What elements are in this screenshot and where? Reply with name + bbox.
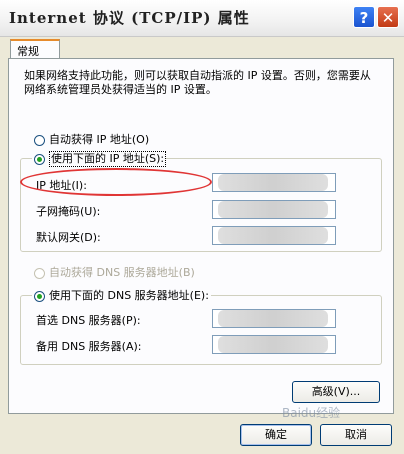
- alternate-dns-label: 备用 DNS 服务器(A):: [36, 340, 142, 353]
- tab-general-label: 常规: [17, 45, 39, 58]
- dns-groupbox: [20, 295, 382, 365]
- subnet-mask-label: 子网掩码(U):: [36, 205, 101, 218]
- highlight-ellipse: [20, 168, 212, 196]
- window-title: Internet 协议 (TCP/IP) 属性: [9, 9, 250, 27]
- redaction-blur: [218, 201, 328, 218]
- advanced-button[interactable]: 高级(V)...: [292, 381, 380, 403]
- default-gateway-label: 默认网关(D):: [36, 231, 101, 244]
- help-icon: ?: [359, 9, 369, 27]
- title-bar[interactable]: Internet 协议 (TCP/IP) 属性 ? ✕: [0, 0, 404, 37]
- help-button[interactable]: ?: [353, 6, 375, 28]
- description-text: 如果网络支持此功能，则可以获取自动指派的 IP 设置。否则，您需要从网络系统管理…: [24, 69, 371, 96]
- redaction-blur: [218, 336, 328, 353]
- auto-dns-radio: [34, 267, 45, 279]
- ok-button[interactable]: 确定: [240, 424, 312, 446]
- manual-ip-radio[interactable]: [34, 153, 45, 165]
- manual-dns-option[interactable]: 使用下面的 DNS 服务器地址(E):: [32, 288, 211, 304]
- redaction-blur: [218, 310, 328, 327]
- manual-dns-label: 使用下面的 DNS 服务器地址(E):: [49, 289, 209, 302]
- manual-dns-radio[interactable]: [34, 290, 45, 302]
- auto-ip-label: 自动获得 IP 地址(O): [49, 133, 150, 146]
- auto-dns-label: 自动获得 DNS 服务器地址(B): [49, 266, 195, 279]
- watermark: Baidu经验: [282, 406, 341, 420]
- manual-ip-option[interactable]: 使用下面的 IP 地址(S):: [32, 151, 167, 167]
- cancel-button-label: 取消: [345, 428, 367, 441]
- close-button[interactable]: ✕: [377, 6, 399, 28]
- close-icon: ✕: [381, 9, 395, 27]
- manual-ip-label: 使用下面的 IP 地址(S):: [49, 151, 167, 167]
- redaction-blur: [218, 174, 328, 191]
- advanced-button-label: 高级(V)...: [311, 385, 361, 398]
- ok-button-label: 确定: [265, 428, 287, 441]
- preferred-dns-label: 首选 DNS 服务器(P):: [36, 314, 141, 327]
- redaction-blur: [218, 227, 328, 244]
- auto-dns-option: 自动获得 DNS 服务器地址(B): [34, 265, 195, 281]
- cancel-button[interactable]: 取消: [320, 424, 392, 446]
- auto-ip-option[interactable]: 自动获得 IP 地址(O): [34, 132, 149, 148]
- tab-general[interactable]: 常规: [10, 39, 60, 59]
- auto-ip-radio[interactable]: [34, 134, 45, 146]
